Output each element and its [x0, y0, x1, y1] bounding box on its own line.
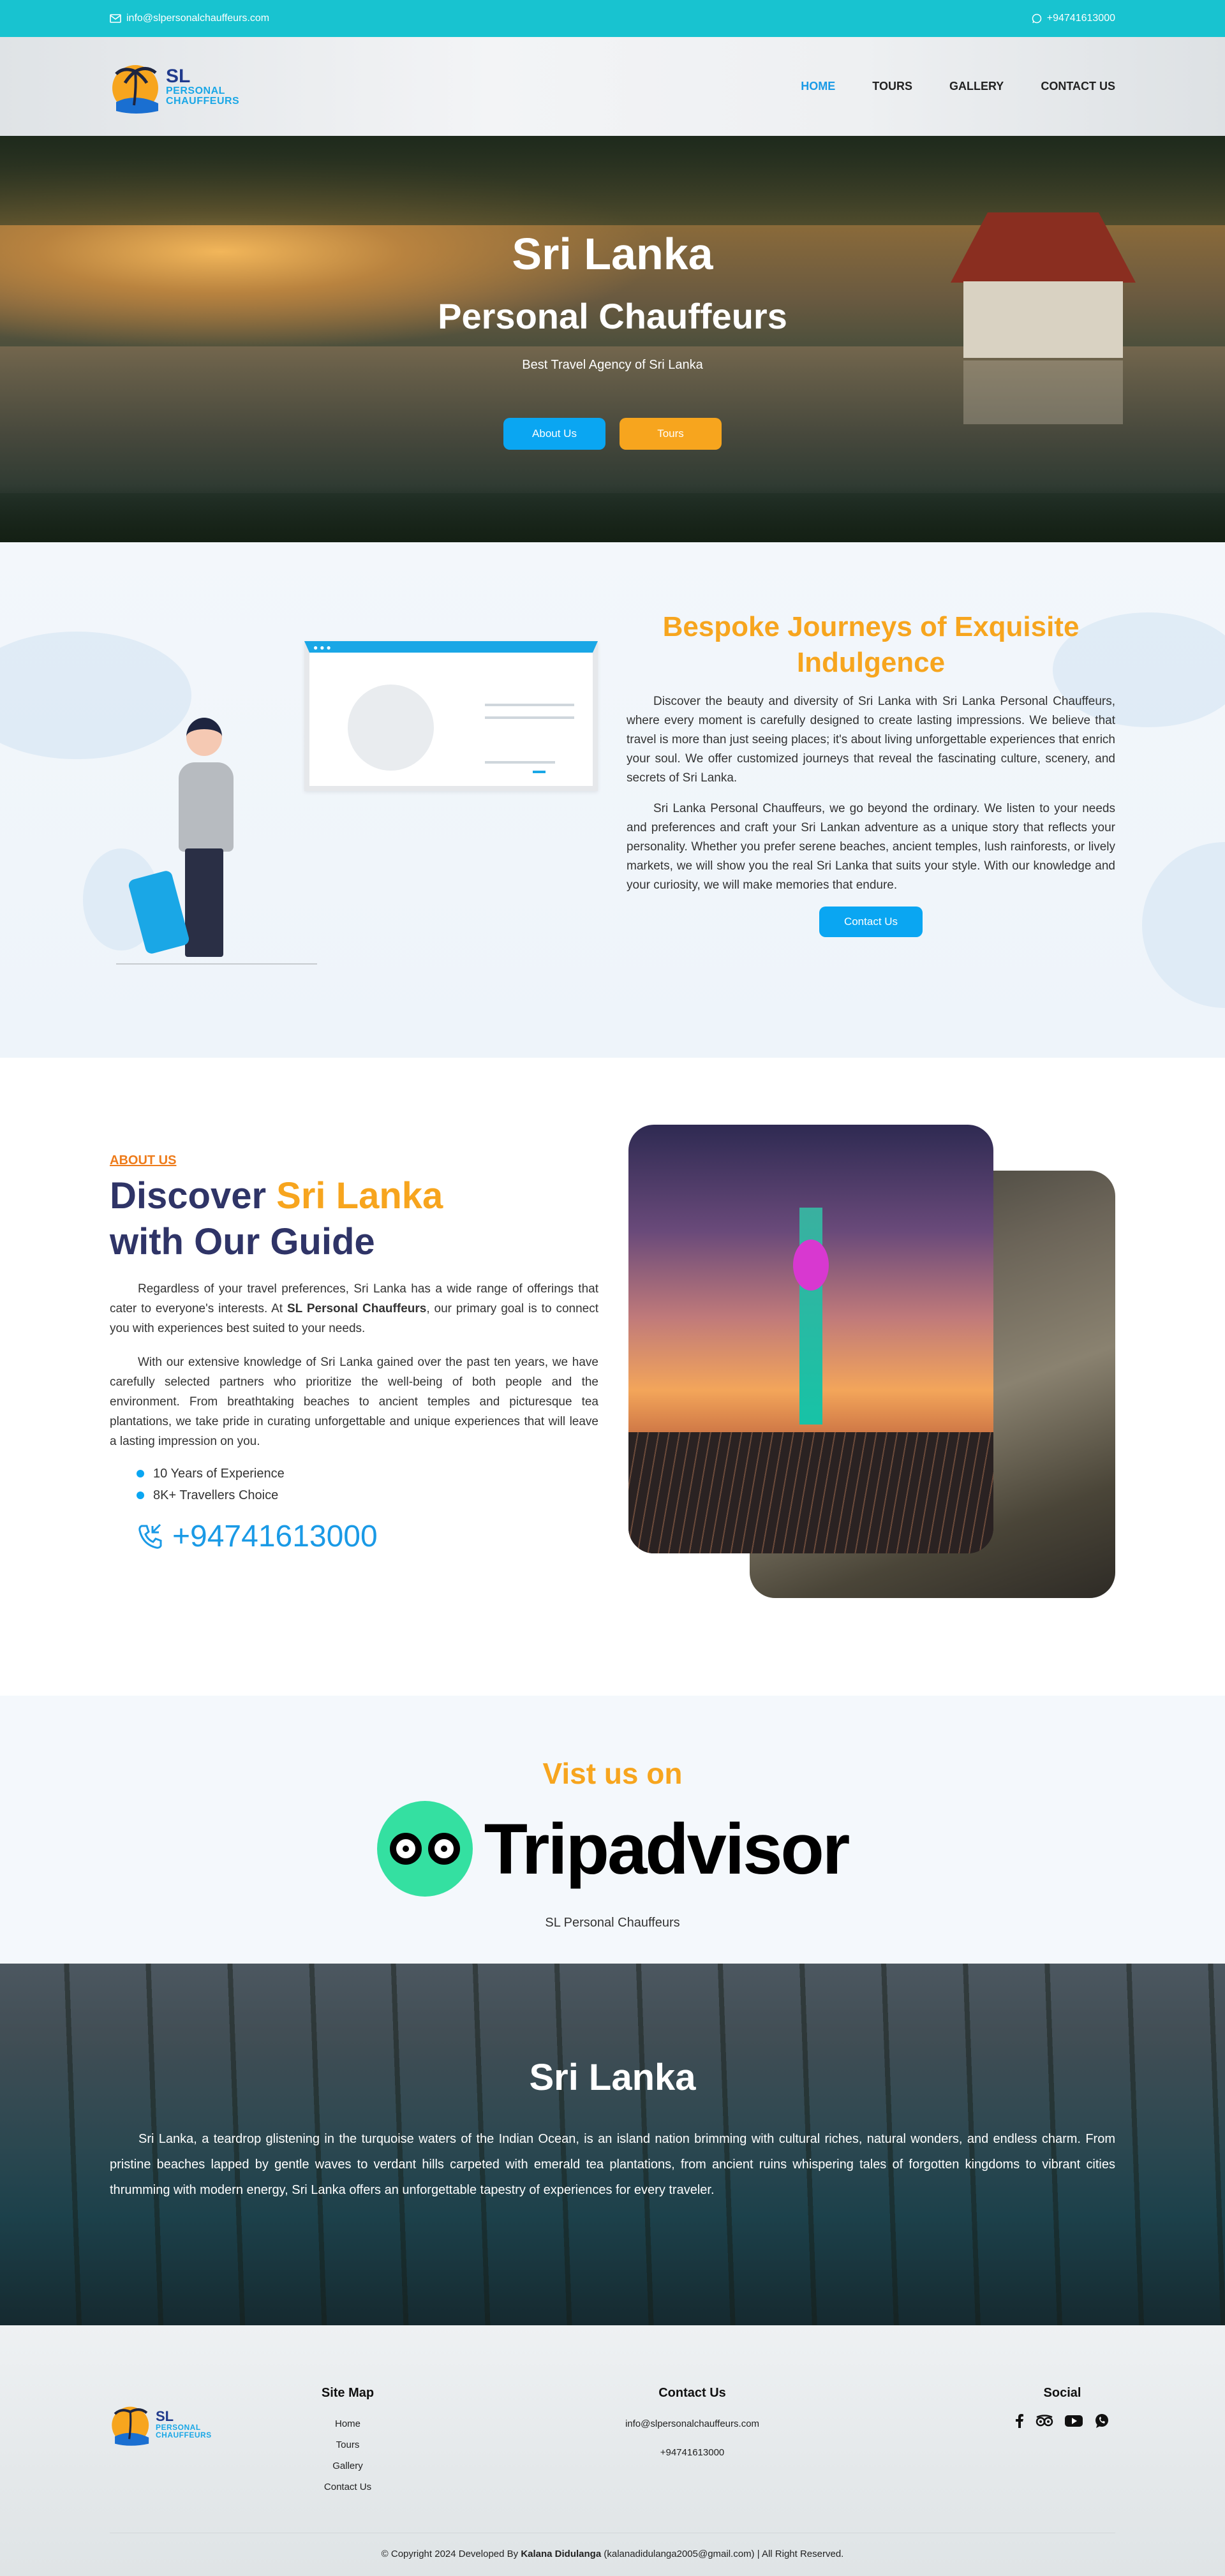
facebook-icon[interactable] — [1015, 2414, 1024, 2432]
topbar-phone[interactable]: +94741613000 — [1032, 13, 1115, 24]
logo-chauffeurs: CHAUFFEURS — [166, 95, 240, 107]
topbar-phone-text: +94741613000 — [1046, 13, 1115, 24]
traveler-illustration: ●●● — [110, 641, 601, 965]
bg-cloud — [1142, 842, 1225, 1008]
contact-us-button[interactable]: Contact Us — [819, 907, 923, 937]
footer-sitemap: Site Map Home Tours Gallery Contact Us — [303, 2386, 392, 2498]
topbar-email[interactable]: info@slpersonalchauffeurs.com — [110, 13, 269, 24]
banner-text: Sri Lanka, a teardrop glistening in the … — [110, 2132, 1115, 2197]
about-eyebrow: ABOUT US — [110, 1153, 177, 1167]
about-heading: Discover Sri Lanka with Our Guide — [110, 1175, 443, 1262]
banner-heading: Sri Lanka — [529, 2057, 696, 2098]
nav-tours[interactable]: TOURS — [872, 80, 912, 93]
footer-phone[interactable]: +94741613000 — [597, 2442, 788, 2463]
footer-email[interactable]: info@slpersonalchauffeurs.com — [597, 2413, 788, 2434]
tripadvisor-section: Vist us on Tripadvisor SL Personal Chauf… — [0, 1696, 1225, 1964]
site-header: SL PERSONAL CHAUFFEURS HOME TOURS GALLER… — [0, 37, 1225, 136]
suitcase-icon — [127, 869, 191, 956]
bespoke-section: ●●● Bespoke Journeys of Exquisite Indulg… — [0, 542, 1225, 1058]
main-nav: HOME TOURS GALLERY CONTACT US — [801, 80, 1115, 93]
whatsapp-icon[interactable] — [1094, 2413, 1110, 2432]
about-phone-number: +94741613000 — [172, 1520, 378, 1553]
list-item: 10 Years of Experience — [137, 1463, 598, 1484]
footer-link-home[interactable]: Home — [303, 2413, 392, 2434]
youtube-icon[interactable] — [1065, 2415, 1083, 2431]
logo-sl: SL — [156, 2408, 174, 2424]
footer-link-contact[interactable]: Contact Us — [303, 2476, 392, 2498]
tripadvisor-owl-icon — [376, 1801, 473, 1897]
nav-home[interactable]: HOME — [801, 80, 835, 93]
nav-gallery[interactable]: GALLERY — [949, 80, 1004, 93]
bespoke-paragraph-1: Discover the beauty and diversity of Sri… — [627, 695, 1115, 785]
about-highlights: 10 Years of Experience 8K+ Travellers Ch… — [110, 1463, 598, 1506]
palm-sun-logo-icon — [112, 64, 158, 114]
whatsapp-icon — [1032, 13, 1042, 24]
footer-social: Social — [995, 2386, 1129, 2432]
about-paragraph-2: With our extensive knowledge of Sri Lank… — [110, 1356, 598, 1448]
about-phone[interactable]: +94741613000 — [110, 1519, 598, 1554]
developer-name: Kalana Didulanga — [521, 2549, 602, 2559]
browser-window-graphic: ●●● — [304, 641, 598, 791]
mail-icon — [110, 14, 121, 23]
list-item: 8K+ Travellers Choice — [137, 1484, 598, 1506]
footer-link-gallery[interactable]: Gallery — [303, 2455, 392, 2476]
footer-logo[interactable]: SL PERSONAL CHAUFFEURS — [110, 2401, 212, 2448]
topbar-email-text: info@slpersonalchauffeurs.com — [126, 13, 270, 24]
hero-foreground — [0, 485, 1225, 542]
tripadvisor-heading: Vist us on — [542, 1757, 683, 1790]
logo-personal: PERSONAL — [166, 85, 225, 96]
tripadvisor-caption: SL Personal Chauffeurs — [545, 1916, 680, 1930]
hero-section: Sri Lanka Personal Chauffeurs Best Trave… — [0, 136, 1225, 542]
top-bar: info@slpersonalchauffeurs.com +947416130… — [0, 0, 1225, 37]
sri-lanka-banner: Sri Lanka Sri Lanka, a teardrop glisteni… — [0, 1964, 1225, 2325]
phone-call-icon — [138, 1523, 162, 1549]
about-us-button[interactable]: About Us — [503, 418, 605, 450]
nav-contact[interactable]: CONTACT US — [1041, 80, 1115, 93]
footer-link-tours[interactable]: Tours — [303, 2434, 392, 2455]
hero-tagline: Best Travel Agency of Sri Lanka — [522, 358, 703, 372]
social-title: Social — [1043, 2386, 1081, 2400]
about-section: ABOUT US Discover Sri Lanka with Our Guid… — [0, 1058, 1225, 1696]
about-heading-accent: Sri Lanka — [276, 1175, 443, 1217]
contact-title: Contact Us — [658, 2386, 726, 2400]
copyright: © Copyright 2024 Developed By Kalana Did… — [381, 2549, 844, 2559]
hero-subtitle: Personal Chauffeurs — [438, 296, 787, 336]
logo-chauffeurs: CHAUFFEURS — [156, 2431, 212, 2439]
site-logo[interactable]: SL PERSONAL CHAUFFEURS — [110, 57, 239, 116]
tripadvisor-logo-link[interactable]: Tripadvisor — [0, 1801, 1225, 1897]
bespoke-heading: Bespoke Journeys of Exquisite Indulgence — [662, 611, 1080, 678]
tripadvisor-wordmark: Tripadvisor — [484, 1809, 850, 1889]
sitemap-title: Site Map — [321, 2386, 375, 2400]
footer-contact: Contact Us info@slpersonalchauffeurs.com… — [597, 2386, 788, 2463]
hero-title: Sri Lanka — [512, 229, 713, 279]
traveler-figure — [116, 718, 317, 965]
about-paragraph-1: Regardless of your travel preferences, S… — [110, 1282, 599, 1335]
hero-trees — [0, 136, 1225, 225]
palm-sun-logo-icon — [112, 2406, 149, 2446]
site-footer: SL PERSONAL CHAUFFEURS Site Map Home Tou… — [0, 2325, 1225, 2576]
tours-button[interactable]: Tours — [620, 418, 722, 450]
tripadvisor-icon[interactable] — [1036, 2415, 1053, 2431]
logo-sl: SL — [166, 65, 191, 87]
lotus-tower-photo — [628, 1125, 993, 1553]
bespoke-paragraph-2: Sri Lanka Personal Chauffeurs, we go bey… — [627, 802, 1115, 892]
